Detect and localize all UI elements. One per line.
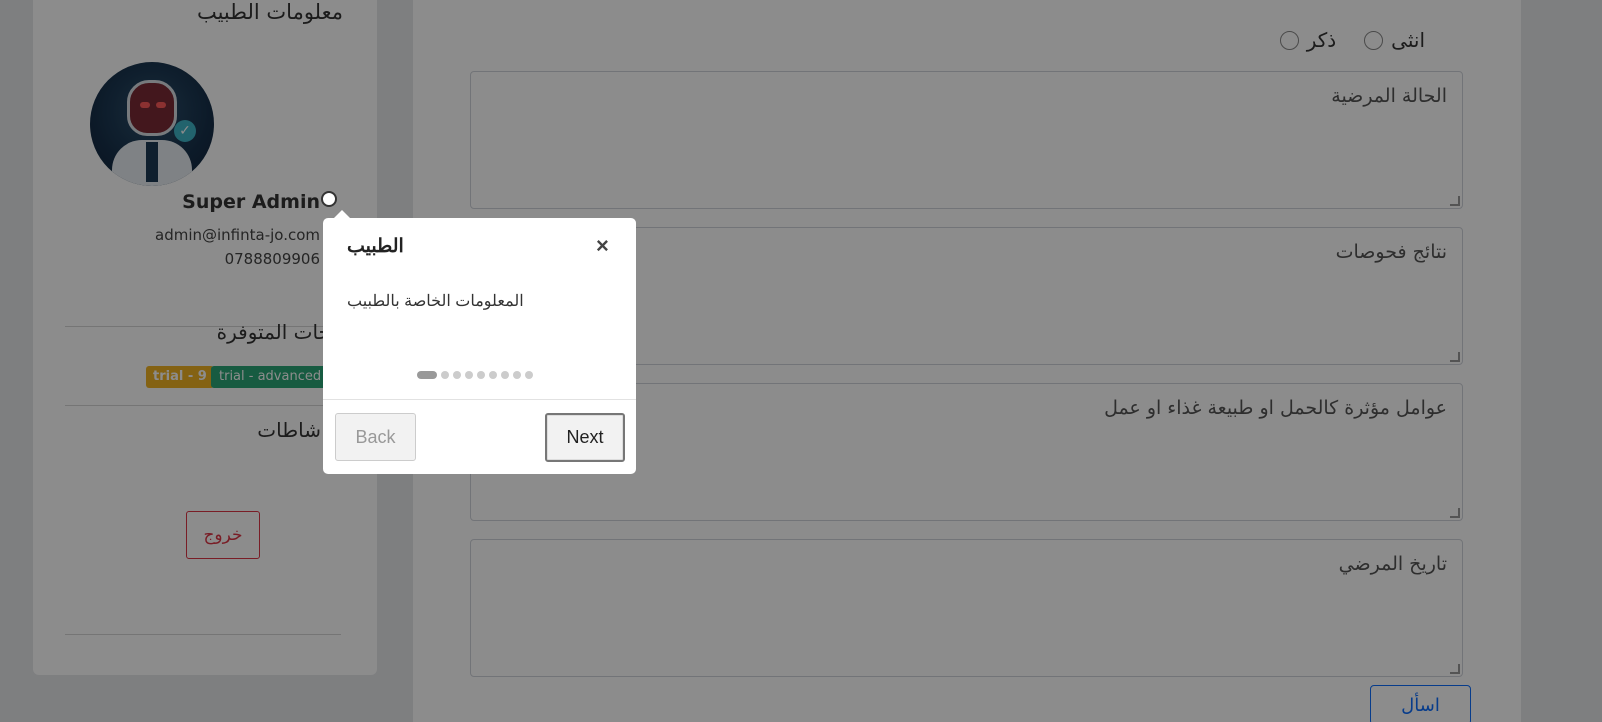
tour-highlight-marker	[321, 191, 337, 207]
tour-description: المعلومات الخاصة بالطبيب	[347, 293, 524, 310]
tour-title: الطبيب	[347, 236, 404, 257]
tour-progress-dots	[417, 371, 533, 379]
tour-step-dot[interactable]	[501, 371, 509, 379]
tour-step-dot[interactable]	[441, 371, 449, 379]
popover-arrow	[333, 210, 351, 219]
tour-step-dot[interactable]	[465, 371, 473, 379]
tour-step-dot[interactable]	[453, 371, 461, 379]
divider	[323, 399, 636, 400]
tour-popover: الطبيب × المعلومات الخاصة بالطبيب Back N…	[323, 210, 636, 474]
tour-step-dot[interactable]	[513, 371, 521, 379]
tour-step-dot[interactable]	[477, 371, 485, 379]
close-icon[interactable]: ×	[596, 233, 609, 259]
tour-overlay[interactable]	[0, 0, 1602, 722]
tour-step-dot[interactable]	[489, 371, 497, 379]
back-button[interactable]: Back	[335, 413, 416, 461]
tour-step-dot[interactable]	[525, 371, 533, 379]
next-button[interactable]: Next	[545, 413, 625, 462]
tour-step-dot[interactable]	[417, 371, 437, 379]
